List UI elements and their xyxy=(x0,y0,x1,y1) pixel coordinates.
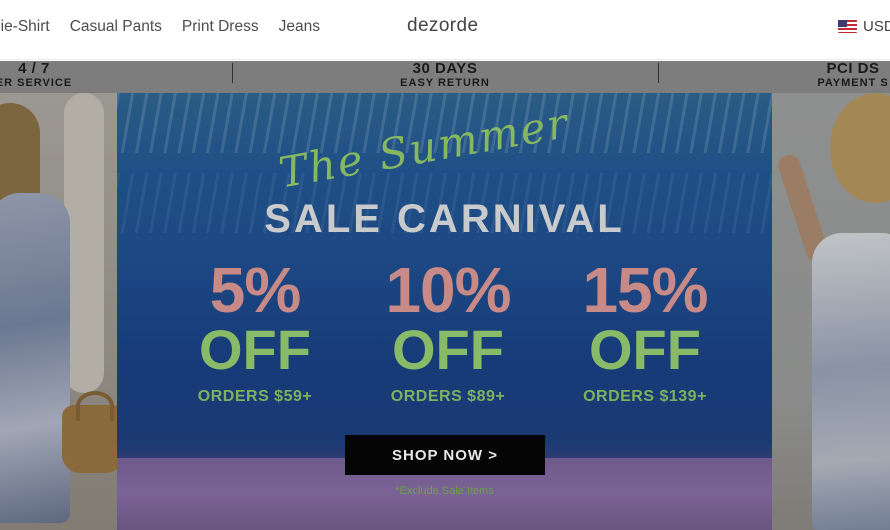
us-flag-icon xyxy=(838,20,857,33)
surfboard-shape xyxy=(64,93,104,393)
straw-bag-shape xyxy=(62,391,118,473)
offer-minimum: ORDERS $139+ xyxy=(583,388,707,405)
service-payment-title: PCI DS xyxy=(826,61,880,77)
top-header: bie-Shirt Casual Pants Print Dress Jeans… xyxy=(0,0,890,60)
nav-item-print-dress[interactable]: Print Dress xyxy=(182,18,259,36)
nav-item-bie-shirt[interactable]: bie-Shirt xyxy=(0,18,50,36)
offer-percent: 15% xyxy=(582,254,708,326)
model-dress-shape xyxy=(812,233,890,530)
service-return-title: 30 DAYS xyxy=(412,61,478,77)
offer-off-label: OFF xyxy=(392,318,504,381)
model-image-left xyxy=(0,93,118,530)
service-divider xyxy=(232,63,233,83)
service-strip: 4 / 7 ER SERVICE 30 DAYS EASY RETURN PCI… xyxy=(0,61,890,93)
offer-minimum: ORDERS $59+ xyxy=(197,388,313,405)
service-return-subtitle: EASY RETURN xyxy=(400,77,490,89)
model-image-right xyxy=(772,93,890,530)
service-support-title: 4 / 7 xyxy=(18,61,50,77)
exclude-sale-note: *Exclude Sale Items xyxy=(395,485,494,497)
service-divider xyxy=(658,63,659,83)
service-payment-subtitle: PAYMENT S xyxy=(817,77,889,89)
service-item-payment: PCI DS PAYMENT S xyxy=(733,61,890,90)
service-support-subtitle: ER SERVICE xyxy=(0,77,73,89)
offer-percent: 10% xyxy=(385,254,511,326)
offer-percent: 5% xyxy=(209,254,302,326)
currency-selector[interactable]: USD xyxy=(838,18,890,35)
nav-item-casual-pants[interactable]: Casual Pants xyxy=(70,18,162,36)
model-dress-shape xyxy=(0,193,70,523)
service-item-return: 30 DAYS EASY RETURN xyxy=(325,61,565,90)
offer-off-label: OFF xyxy=(589,318,701,381)
offer-block: 10% OFF ORDERS $89+ xyxy=(348,258,548,406)
service-item-support: 4 / 7 ER SERVICE xyxy=(0,61,154,90)
summer-sale-banner[interactable]: The Summer SALE CARNIVAL 5% OFF ORDERS $… xyxy=(117,93,772,530)
offer-off-label: OFF xyxy=(199,318,311,381)
banner-headline: SALE CARNIVAL xyxy=(264,197,625,241)
hero-section: 4 / 7 ER SERVICE 30 DAYS EASY RETURN PCI… xyxy=(0,61,890,530)
offer-minimum: ORDERS $89+ xyxy=(390,388,506,405)
straw-hat-shape xyxy=(830,93,890,203)
shop-now-button[interactable]: SHOP NOW > xyxy=(345,435,545,475)
site-logo[interactable]: dezorde xyxy=(407,15,478,37)
main-nav: bie-Shirt Casual Pants Print Dress Jeans xyxy=(0,18,320,36)
offer-block: 5% OFF ORDERS $59+ xyxy=(155,258,355,406)
currency-label: USD xyxy=(863,18,890,35)
nav-item-jeans[interactable]: Jeans xyxy=(279,18,320,36)
offer-block: 15% OFF ORDERS $139+ xyxy=(545,258,745,406)
